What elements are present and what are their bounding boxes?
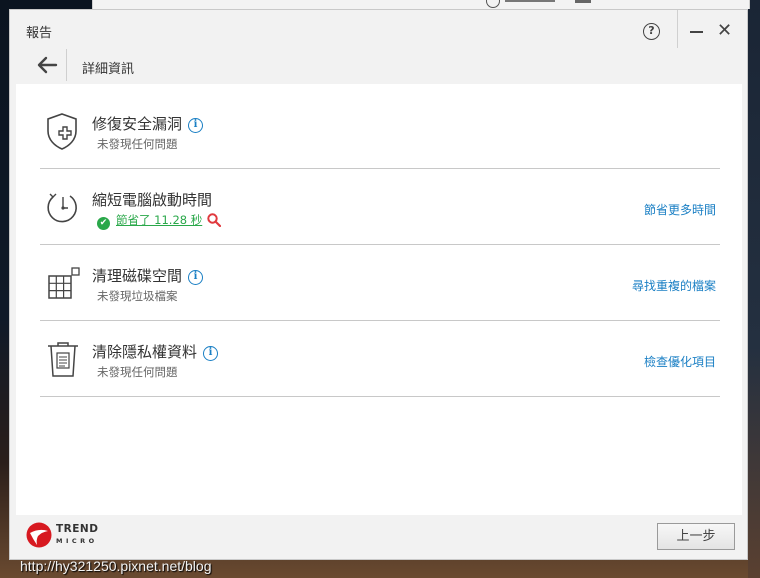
minimize-button[interactable]: [690, 31, 703, 33]
find-duplicate-files-link[interactable]: 尋找重複的檔案: [632, 277, 716, 294]
row-status: ✔ 節省了 11.28 秒: [97, 212, 222, 230]
nav-divider: [66, 49, 67, 81]
search-icon[interactable]: [207, 213, 222, 227]
save-more-time-link[interactable]: 節省更多時間: [644, 201, 716, 218]
row-title: 清理磁碟空間 i: [92, 265, 204, 286]
clock-startup-icon: [47, 193, 77, 223]
window-title: 報告: [26, 26, 53, 41]
row-status: 未發現任何問題: [97, 137, 178, 151]
details-panel: 修復安全漏洞 i 未發現任何問題 縮短電腦啟動時間 ✔ 節省了 11.28 秒 節省…: [16, 84, 742, 515]
list-item: 清除隱私權資料 i 未發現任何問題 檢查優化項目: [40, 320, 720, 397]
watermark-text: http://hy321250.pixnet.net/blog: [20, 558, 212, 574]
check-icon: ✔: [97, 217, 110, 230]
shield-repair-icon: [47, 113, 77, 150]
back-arrow-icon[interactable]: [36, 55, 58, 75]
trash-privacy-icon: [48, 342, 78, 377]
row-status: 未發現垃圾檔案: [97, 289, 178, 303]
row-title: 修復安全漏洞 i: [92, 113, 204, 134]
info-icon[interactable]: i: [188, 118, 204, 133]
close-button[interactable]: ✕: [717, 20, 732, 41]
list-item: 修復安全漏洞 i 未發現任何問題: [40, 92, 720, 169]
info-icon[interactable]: i: [203, 346, 219, 361]
time-saved-link[interactable]: 節省了 11.28 秒: [116, 213, 202, 227]
background-window: [92, 0, 750, 9]
desktop-background: [748, 0, 760, 578]
trend-micro-logo: TREND MICRO: [26, 522, 106, 552]
help-button[interactable]: ?: [643, 23, 660, 40]
background-window-button: [575, 0, 591, 3]
brand-name: TREND: [56, 523, 99, 535]
breadcrumb: 詳細資訊: [82, 62, 135, 77]
titlebar-divider: [677, 10, 678, 48]
list-item: 清理磁碟空間 i 未發現垃圾檔案 尋找重複的檔案: [40, 244, 720, 321]
previous-step-button[interactable]: 上一步: [657, 523, 735, 550]
brand-subname: MICRO: [56, 537, 98, 545]
background-window-icon: [486, 0, 500, 8]
row-status: 未發現任何問題: [97, 365, 178, 379]
row-title: 清除隱私權資料 i: [92, 341, 219, 362]
info-icon[interactable]: i: [188, 270, 204, 285]
row-title: 縮短電腦啟動時間: [92, 191, 213, 209]
disk-grid-icon: [48, 267, 80, 299]
check-optimization-link[interactable]: 檢查優化項目: [644, 353, 716, 370]
list-item: 縮短電腦啟動時間 ✔ 節省了 11.28 秒 節省更多時間: [40, 168, 720, 245]
report-window: 報告 ? ✕ 詳細資訊 修復安全漏洞 i 未發現任何問題 縮短電腦啟動時間 ✔ …: [9, 9, 748, 560]
background-window-text: [505, 0, 555, 2]
trend-micro-logo-icon: [26, 522, 52, 548]
